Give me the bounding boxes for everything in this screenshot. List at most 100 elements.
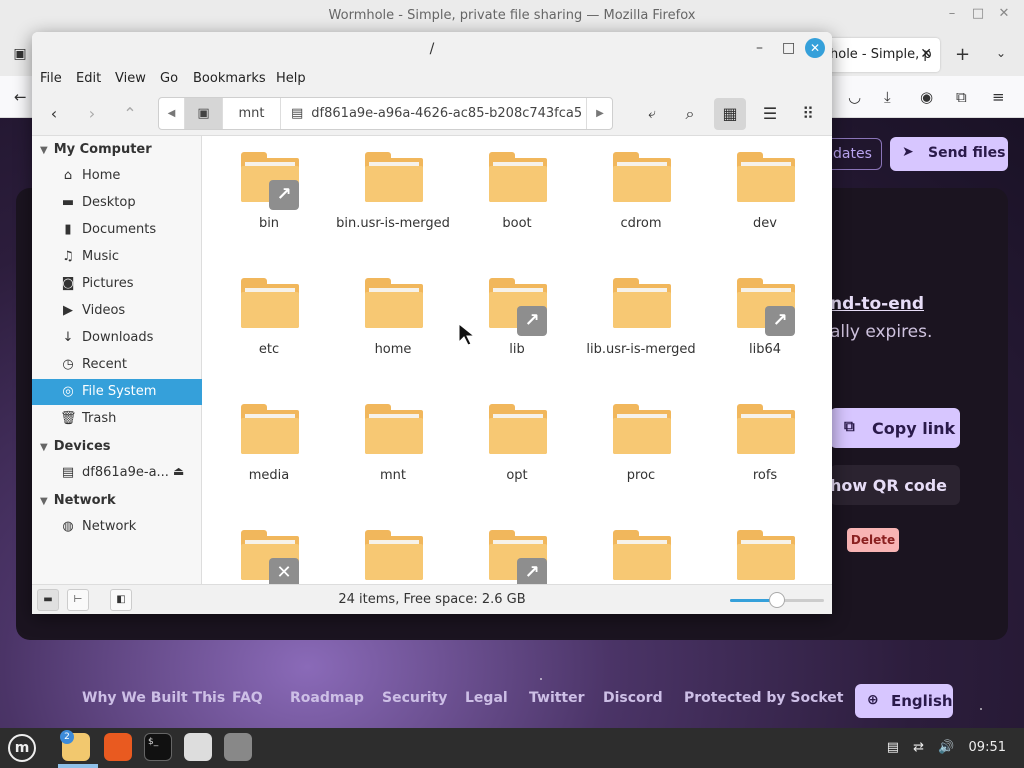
delete-button[interactable]: Delete <box>847 528 899 552</box>
menu-bookmarks[interactable]: Bookmarks <box>193 71 266 86</box>
folder-item[interactable]: home <box>331 262 455 372</box>
tab-list-chevron-icon[interactable]: ⌄ <box>996 46 1006 60</box>
folder-item[interactable]: etc <box>207 262 331 372</box>
sidebar-item-trash[interactable]: 🗑 Trash <box>32 406 202 432</box>
sidebar-item-documents[interactable]: ▮ Documents <box>32 217 202 243</box>
footer-link[interactable]: FAQ <box>232 690 263 706</box>
footer-link[interactable]: Security <box>382 690 447 706</box>
network-status-icon[interactable]: ⇄ <box>913 740 924 755</box>
footer-link[interactable]: Discord <box>603 690 663 706</box>
clipboard-icon[interactable]: ▤ <box>887 740 899 755</box>
menu-go[interactable]: Go <box>160 71 178 86</box>
hamburger-menu-icon[interactable]: ≡ <box>992 88 1005 106</box>
menu-edit[interactable]: Edit <box>76 71 101 86</box>
icon-view-icon[interactable]: ▦ <box>714 98 746 130</box>
pocket-icon[interactable]: ◡ <box>848 88 861 106</box>
sidebar-item-home[interactable]: ⌂ Home <box>32 163 202 189</box>
show-places-icon[interactable]: ▬ <box>37 589 59 611</box>
download-icon[interactable]: ⤓ <box>884 88 891 106</box>
chrome-app-icon[interactable] <box>184 733 212 761</box>
folder-item[interactable] <box>703 514 827 584</box>
maximize-icon[interactable]: □ <box>970 6 986 21</box>
folder-item[interactable]: opt <box>455 388 579 498</box>
zoom-slider-handle[interactable] <box>769 592 785 608</box>
list-view-icon[interactable]: ☰ <box>754 98 786 130</box>
menu-view[interactable]: View <box>115 71 146 86</box>
folder-item[interactable]: proc <box>579 388 703 498</box>
path-root-button[interactable]: ▣ <box>185 98 223 129</box>
extensions-icon[interactable]: ⧉ <box>956 88 967 106</box>
path-scroll-left-icon[interactable]: ◀ <box>159 98 185 129</box>
path-segment-mnt[interactable]: mnt <box>223 98 281 129</box>
sidebar-item-recent[interactable]: ◷ Recent <box>32 352 202 378</box>
close-icon[interactable]: ✕ <box>805 38 825 58</box>
back-icon[interactable]: ‹ <box>38 98 70 130</box>
copy-link-button[interactable]: ⧉ Copy link <box>830 408 960 448</box>
folder-item[interactable]: lib.usr-is-merged <box>579 262 703 372</box>
footer-link[interactable]: Roadmap <box>290 690 364 706</box>
sidebar-item-device[interactable]: ▤ df861a9e-a... ⏏ <box>32 460 202 486</box>
close-icon[interactable]: ✕ <box>996 6 1012 21</box>
folder-item[interactable]: ✕ <box>207 514 331 584</box>
sidebar-item-music[interactable]: ♫ Music <box>32 244 202 270</box>
folder-item[interactable]: mnt <box>331 388 455 498</box>
folder-item[interactable]: ↗ <box>455 514 579 584</box>
eject-icon[interactable]: ⏏ <box>173 464 184 478</box>
firefox-app-icon[interactable] <box>104 733 132 761</box>
disks-app-icon[interactable] <box>224 733 252 761</box>
maximize-icon[interactable]: □ <box>782 40 795 56</box>
folder-icon <box>613 530 671 582</box>
toggle-location-icon[interactable]: ⤶ <box>636 98 668 130</box>
send-files-button[interactable]: ➤ Send files <box>890 137 1008 171</box>
terminal-app-icon[interactable]: $_ <box>144 733 172 761</box>
folder-item[interactable]: dev <box>703 136 827 246</box>
folder-item[interactable]: cdrom <box>579 136 703 246</box>
show-qr-code-button[interactable]: how QR code <box>830 465 960 505</box>
zoom-slider[interactable] <box>730 592 824 608</box>
folder-item[interactable]: rofs <box>703 388 827 498</box>
sidebar-section-my-computer[interactable]: ▼ My Computer <box>40 142 152 157</box>
footer-link[interactable]: Legal <box>465 690 508 706</box>
folder-item[interactable]: ↗ bin <box>207 136 331 246</box>
hide-sidebar-icon[interactable]: ◧ <box>110 589 132 611</box>
footer-link[interactable]: Protected by Socket <box>684 690 844 706</box>
menu-help[interactable]: Help <box>276 71 306 86</box>
sidebar-item-videos[interactable]: ▶ Videos <box>32 298 202 324</box>
folder-item[interactable]: media <box>207 388 331 498</box>
up-icon[interactable]: ⌃ <box>114 98 146 130</box>
language-button[interactable]: ⊕ English <box>855 684 953 718</box>
footer-link[interactable]: Why We Built This <box>82 690 225 706</box>
minimize-icon[interactable]: – <box>944 6 960 21</box>
firefox-tab-wormhole[interactable]: hole - Simple, p ✕ <box>818 38 940 72</box>
search-icon[interactable]: ⌕ <box>674 98 706 130</box>
sidebar-item-file-system[interactable]: ◎ File System <box>32 379 202 405</box>
show-tree-icon[interactable]: ⊢ <box>67 589 89 611</box>
forward-icon[interactable]: › <box>76 98 108 130</box>
compact-view-icon[interactable]: ⠿ <box>792 98 824 130</box>
folder-item[interactable]: ↗ lib <box>455 262 579 372</box>
folder-item[interactable] <box>331 514 455 584</box>
folder-item[interactable] <box>579 514 703 584</box>
tab-close-icon[interactable]: ✕ <box>920 46 932 62</box>
folder-item[interactable]: bin.usr-is-merged <box>331 136 455 246</box>
sidebar-item-desktop[interactable]: ▬ Desktop <box>32 190 202 216</box>
clock[interactable]: 09:51 <box>969 740 1006 755</box>
folder-item[interactable]: boot <box>455 136 579 246</box>
path-scroll-right-icon[interactable]: ▶ <box>587 98 613 129</box>
back-arrow-icon[interactable]: ← <box>14 88 27 106</box>
account-icon[interactable]: ◉ <box>920 88 933 106</box>
sidebar-section-network[interactable]: ▼ Network <box>40 493 116 508</box>
folder-item[interactable]: ↗ lib64 <box>703 262 827 372</box>
sidebar-section-devices[interactable]: ▼ Devices <box>40 439 111 454</box>
start-menu-button[interactable]: m <box>8 734 36 762</box>
volume-icon[interactable]: 🔊 <box>938 740 954 755</box>
menu-file[interactable]: File <box>40 71 62 86</box>
sidebar-item-pictures[interactable]: ◙ Pictures <box>32 271 202 297</box>
footer-link[interactable]: Twitter <box>529 690 585 706</box>
new-tab-button[interactable]: + <box>955 44 970 65</box>
sidebar-item-network[interactable]: ◍ Network <box>32 514 202 540</box>
minimize-icon[interactable]: – <box>756 40 763 56</box>
end-to-end-link[interactable]: nd-to-end <box>830 294 924 314</box>
sidebar-item-downloads[interactable]: ↓ Downloads <box>32 325 202 351</box>
path-segment-device[interactable]: ▤ df861a9e-a96a-4626-ac85-b208c743fca5 <box>281 98 587 129</box>
